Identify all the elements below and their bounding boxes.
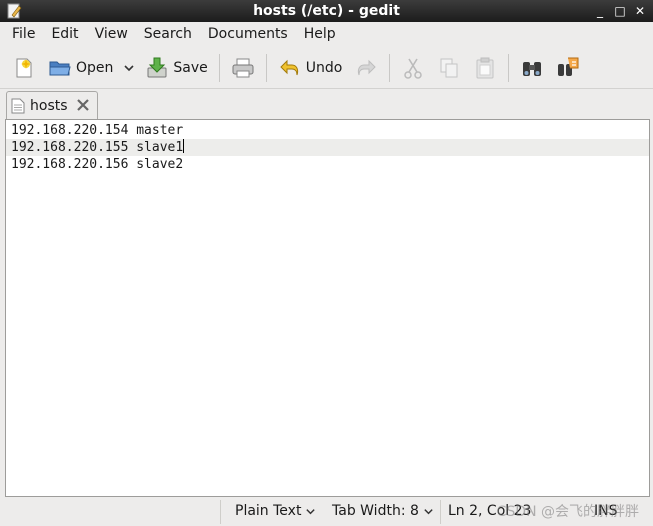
- status-separator: [220, 500, 221, 524]
- redo-icon: [358, 59, 377, 75]
- find-button[interactable]: [514, 51, 550, 85]
- copy-button[interactable]: [431, 51, 467, 85]
- undo-icon: [280, 59, 298, 75]
- minimize-button[interactable]: _: [591, 2, 609, 20]
- new-document-icon: [16, 58, 32, 77]
- undo-button[interactable]: Undo: [272, 51, 349, 85]
- title-bar: hosts (/etc) - gedit _ □ ✕: [0, 0, 653, 22]
- tab-width-label: Tab Width: 8: [332, 503, 419, 519]
- menu-help[interactable]: Help: [296, 22, 344, 46]
- menu-bar: File Edit View Search Documents Help: [0, 22, 653, 46]
- paste-button[interactable]: [467, 51, 503, 85]
- close-tab-icon[interactable]: [75, 97, 91, 113]
- recent-files-dropdown[interactable]: [119, 51, 139, 85]
- scissors-icon: [404, 58, 423, 79]
- tab-hosts[interactable]: hosts: [6, 91, 98, 119]
- menu-search[interactable]: Search: [136, 22, 200, 46]
- save-icon: [147, 57, 167, 77]
- document-tabs: hosts: [0, 89, 653, 119]
- folder-open-icon: [49, 61, 71, 75]
- binoculars-icon: [523, 61, 542, 76]
- open-button[interactable]: Open: [42, 51, 119, 85]
- toolbar: Open Save Undo: [0, 47, 653, 89]
- cut-button[interactable]: [395, 51, 431, 85]
- redo-button[interactable]: [348, 51, 384, 85]
- menu-view[interactable]: View: [87, 22, 136, 46]
- toolbar-separator: [389, 53, 391, 82]
- text-cursor: [183, 139, 185, 153]
- status-separator: [440, 500, 441, 524]
- line-text: 192.168.220.154 master: [11, 123, 184, 138]
- language-selector[interactable]: Plain Text: [235, 503, 316, 519]
- chevron-down-icon: [306, 508, 316, 514]
- editor-line-2-current[interactable]: 192.168.220.155 slave1: [6, 139, 649, 156]
- editor-line-3[interactable]: 192.168.220.156 slave2: [6, 156, 649, 173]
- save-label: Save: [173, 59, 208, 76]
- text-editor[interactable]: 192.168.220.154 master 192.168.220.155 s…: [5, 119, 650, 497]
- line-text: 192.168.220.156 slave2: [11, 157, 184, 172]
- toolbar-separator: [508, 53, 510, 82]
- new-document-button[interactable]: [6, 51, 42, 85]
- chevron-down-icon: [424, 508, 433, 514]
- find-replace-button[interactable]: [550, 51, 586, 85]
- toolbar-separator: [265, 53, 267, 82]
- chevron-down-icon: [124, 64, 134, 71]
- text-file-icon: [11, 98, 25, 113]
- menu-file[interactable]: File: [4, 22, 43, 46]
- copy-icon: [440, 58, 458, 77]
- watermark-text: CSDN @会飞的胖胖胖: [496, 504, 639, 520]
- toolbar-separator: [218, 53, 220, 82]
- menu-documents[interactable]: Documents: [200, 22, 296, 46]
- printer-icon: [232, 58, 254, 77]
- editor-line-1[interactable]: 192.168.220.154 master: [6, 122, 649, 139]
- tab-width-selector[interactable]: Tab Width: 8: [332, 503, 434, 519]
- close-window-button[interactable]: ✕: [631, 2, 649, 20]
- window-title: hosts (/etc) - gedit: [253, 3, 400, 19]
- open-label: Open: [76, 59, 114, 76]
- save-button[interactable]: Save: [139, 51, 213, 85]
- menu-edit[interactable]: Edit: [43, 22, 86, 46]
- maximize-button[interactable]: □: [611, 2, 629, 20]
- language-label: Plain Text: [235, 503, 302, 519]
- tab-label: hosts: [30, 97, 68, 114]
- print-button[interactable]: [225, 51, 261, 85]
- line-text: 192.168.220.155 slave1: [11, 140, 184, 155]
- find-replace-icon: [558, 57, 579, 76]
- clipboard-icon: [476, 57, 494, 78]
- status-bar: Plain Text Tab Width: 8 Ln 2, Col 23 INS…: [0, 498, 653, 526]
- undo-label: Undo: [305, 59, 343, 76]
